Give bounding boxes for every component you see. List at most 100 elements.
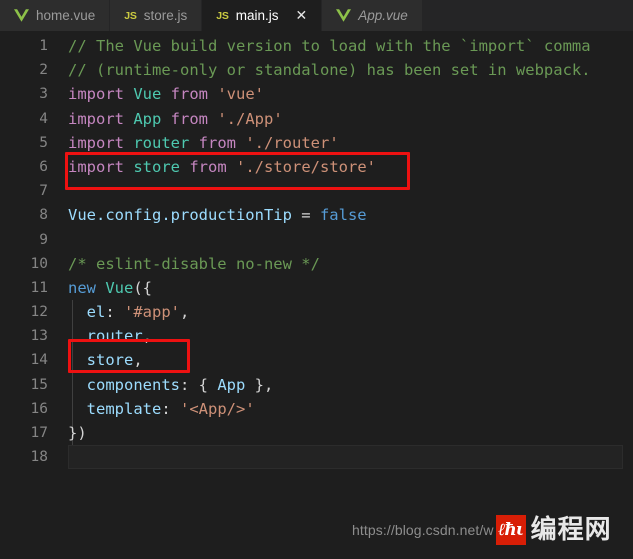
code-token: Vue.config.productionTip <box>68 206 292 225</box>
code-line[interactable]: 3 import Vue from 'vue' <box>0 82 633 106</box>
code-token: from <box>161 109 218 128</box>
line-content[interactable]: store, <box>68 348 143 372</box>
code-token: Vue <box>133 85 162 104</box>
code-line[interactable]: 7 <box>0 179 633 203</box>
code-line[interactable]: 4 import App from './App' <box>0 107 633 131</box>
code-token: router <box>133 133 190 152</box>
code-token: = <box>291 206 320 225</box>
tab-label: main.js <box>235 8 279 23</box>
line-number: 8 <box>39 207 48 224</box>
code-token: template <box>86 399 162 418</box>
vscode-window: home.vue JS store.js JS main.js ✕ App.vue 1 // … <box>0 0 633 559</box>
line-content[interactable]: // (runtime-only or standalone) has been… <box>68 58 591 82</box>
code-token: el <box>86 303 106 322</box>
line-content[interactable]: }) <box>68 421 87 445</box>
code-token: App <box>133 109 162 128</box>
code-token: // (runtime-only or standalone) has been… <box>68 61 591 80</box>
code-line[interactable]: 15 components: { App }, <box>0 373 633 397</box>
editor-tab-home-vue[interactable]: home.vue <box>0 0 111 31</box>
code-line[interactable]: 5 import router from './router' <box>0 131 633 155</box>
line-number: 1 <box>39 38 48 54</box>
js-file-icon: JS <box>124 9 137 22</box>
code-line[interactable]: 13 router, <box>0 324 633 348</box>
code-token: // The Vue build version to load with th… <box>68 37 591 55</box>
line-content[interactable]: import router from './router' <box>68 131 339 155</box>
watermark-logo-icon: ℓħι <box>495 515 526 545</box>
code-token: components <box>86 375 180 394</box>
watermark: https://blog.csdn.net/w ℓħι 编程网 <box>352 515 612 545</box>
code-line[interactable]: 6 import store from './store/store' <box>0 155 633 179</box>
line-number: 18 <box>30 449 48 466</box>
line-content[interactable]: import store from './store/store' <box>68 155 376 179</box>
code-line[interactable]: 9 <box>0 228 633 252</box>
line-number: 3 <box>39 86 48 103</box>
code-token: }) <box>68 424 87 442</box>
line-content[interactable]: router, <box>68 324 152 348</box>
code-line[interactable]: 17}) <box>0 421 633 445</box>
tab-label: home.vue <box>36 8 96 23</box>
code-token: : <box>105 303 125 322</box>
close-icon[interactable]: ✕ <box>295 9 307 23</box>
code-token: : <box>161 399 180 418</box>
line-number: 7 <box>39 183 48 200</box>
line-number: 15 <box>30 376 48 393</box>
line-number: 5 <box>39 134 48 151</box>
code-line[interactable]: 1 // The Vue build version to load with t… <box>0 34 633 58</box>
line-content[interactable]: Vue.config.productionTip = false <box>68 203 367 227</box>
tab-label: App.vue <box>358 8 408 23</box>
watermark-logo-glyph: ℓħι <box>498 519 524 540</box>
code-line[interactable]: 16 template: '<App/>' <box>0 397 633 421</box>
tab-label: store.js <box>143 8 188 23</box>
code-lines[interactable]: 1 // The Vue build version to load with t… <box>0 34 633 469</box>
code-line[interactable]: 10 /* eslint-disable no-new */ <box>0 252 633 276</box>
line-number: 14 <box>30 352 48 369</box>
code-line[interactable]: 11 new Vue({ <box>0 276 633 300</box>
line-content[interactable]: components: { App }, <box>68 373 274 397</box>
code-token: , <box>142 327 153 346</box>
code-token: from <box>161 85 218 104</box>
code-line[interactable]: 18 <box>0 445 633 469</box>
code-token: import <box>68 157 134 176</box>
line-content[interactable]: import App from './App' <box>68 107 283 131</box>
code-token: : { <box>180 375 218 394</box>
code-line[interactable]: 8 Vue.config.productionTip = false <box>0 203 633 227</box>
line-number: 11 <box>30 279 48 296</box>
line-content[interactable]: /* eslint-disable no-new */ <box>68 252 320 276</box>
code-token: '<App/>' <box>180 399 255 418</box>
code-token: , <box>133 351 143 370</box>
code-line[interactable]: 14 store, <box>0 348 633 372</box>
code-token: import <box>68 109 134 128</box>
code-token: './store/store' <box>236 157 376 176</box>
vue-file-icon <box>336 9 352 22</box>
line-content[interactable]: el: '#app', <box>68 300 190 324</box>
code-token: from <box>189 133 246 152</box>
line-number: 17 <box>30 425 48 441</box>
editor-tab-store-js[interactable]: JS store.js <box>110 0 203 31</box>
line-number: 16 <box>30 400 48 417</box>
code-token: ({ <box>133 278 152 297</box>
code-editor[interactable]: 1 // The Vue build version to load with t… <box>0 31 633 559</box>
code-token: './App' <box>217 109 283 128</box>
code-token: }, <box>245 375 274 394</box>
line-content[interactable]: new Vue({ <box>68 276 152 300</box>
line-number: 9 <box>39 231 48 248</box>
line-content[interactable]: template: '<App/>' <box>68 397 255 421</box>
code-token: store <box>133 157 180 176</box>
editor-tab-app-vue[interactable]: App.vue <box>322 0 423 31</box>
code-token: './router' <box>245 133 339 152</box>
line-content[interactable]: // The Vue build version to load with th… <box>68 34 591 58</box>
line-content[interactable]: import Vue from 'vue' <box>68 82 264 106</box>
code-token: '#app' <box>124 303 181 322</box>
line-number: 13 <box>30 328 48 345</box>
vue-file-icon <box>14 9 29 22</box>
code-token: new <box>68 278 106 297</box>
line-number: 2 <box>39 62 48 79</box>
code-token: Vue <box>105 278 134 297</box>
line-number: 10 <box>30 255 48 272</box>
editor-tab-main-js[interactable]: JS main.js ✕ <box>202 0 323 31</box>
code-line[interactable]: 12 el: '#app', <box>0 300 633 324</box>
code-line[interactable]: 2 // (runtime-only or standalone) has bee… <box>0 58 633 82</box>
